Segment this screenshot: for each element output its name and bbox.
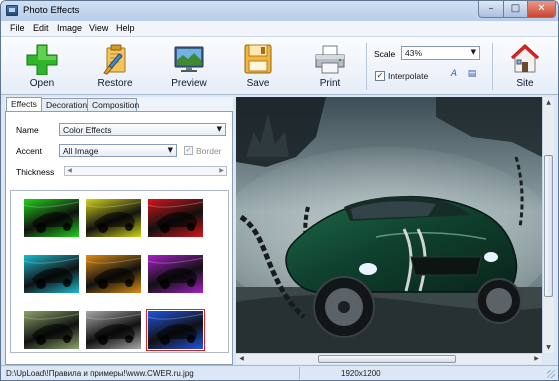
save-label: Save xyxy=(246,78,270,89)
interpolate-label: Interpolate xyxy=(388,71,429,81)
thumbnail-car-shape xyxy=(148,257,203,289)
printer-icon xyxy=(315,45,345,74)
menu-bar: File Edit Image View Help xyxy=(1,21,558,37)
restore-button[interactable]: Restore xyxy=(85,37,145,95)
border-label: Border xyxy=(196,146,222,156)
restore-label: Restore xyxy=(97,78,133,89)
effect-thumbnail[interactable] xyxy=(86,255,141,293)
toolbar-separator xyxy=(366,43,367,90)
status-divider xyxy=(299,367,300,379)
effect-thumbnail[interactable] xyxy=(148,199,203,237)
name-label: Name xyxy=(16,125,39,135)
thumbnail-car-shape xyxy=(86,313,141,345)
open-label: Open xyxy=(29,78,55,89)
accent-dropdown[interactable]: All Image ▼ xyxy=(59,144,177,157)
accent-label: Accent xyxy=(16,146,42,156)
document-icon[interactable]: ▤ xyxy=(466,69,478,82)
chevron-right-icon[interactable]: ▶ xyxy=(217,167,226,175)
thumbnail-car-shape xyxy=(24,201,79,233)
border-checkbox[interactable]: ✓ xyxy=(184,146,193,155)
scroll-right-icon[interactable]: ▶ xyxy=(531,353,542,364)
status-bar: D:\UpLoad\!Правила и примеры!\www.CWER.r… xyxy=(1,365,558,380)
horizontal-scrollbar[interactable]: ◀ ▶ xyxy=(236,353,542,364)
menu-file[interactable]: File xyxy=(10,23,25,33)
name-dropdown[interactable]: Color Effects ▼ xyxy=(59,123,226,136)
plus-icon xyxy=(26,44,58,75)
tab-effects[interactable]: Effects xyxy=(6,97,42,112)
preview-icon xyxy=(174,46,204,72)
effect-thumbnail[interactable] xyxy=(24,255,79,293)
thumbnail-car-shape xyxy=(148,201,203,233)
car-photo xyxy=(236,97,542,353)
menu-help[interactable]: Help xyxy=(116,23,135,33)
menu-edit[interactable]: Edit xyxy=(33,23,49,33)
close-button[interactable]: ✕ xyxy=(527,1,556,18)
effects-tab-panel: Name Color Effects ▼ Accent All Image ▼ … xyxy=(5,111,233,365)
chevron-down-icon: ▼ xyxy=(470,48,476,56)
resize-grip-icon[interactable] xyxy=(547,370,555,378)
toolbar-separator xyxy=(492,43,493,90)
title-bar[interactable]: Photo Effects – □ ✕ xyxy=(1,1,558,21)
floppy-icon xyxy=(244,44,272,74)
preview-label: Preview xyxy=(171,78,207,89)
preview-button[interactable]: Preview xyxy=(161,37,217,95)
thickness-label: Thickness xyxy=(16,167,55,177)
app-window: Photo Effects – □ ✕ File Edit Image View… xyxy=(0,0,559,381)
menu-view[interactable]: View xyxy=(89,23,108,33)
scroll-up-icon[interactable]: ▲ xyxy=(543,97,554,108)
site-button[interactable]: Site xyxy=(503,37,547,95)
accent-value: All Image xyxy=(63,146,99,156)
thumbnail-car-shape xyxy=(86,257,141,289)
print-label: Print xyxy=(319,78,341,89)
scroll-down-icon[interactable]: ▼ xyxy=(543,342,554,353)
name-value: Color Effects xyxy=(63,125,112,135)
font-icon[interactable]: A xyxy=(448,69,460,82)
chevron-left-icon[interactable]: ◀ xyxy=(65,167,74,175)
save-button[interactable]: Save xyxy=(236,37,280,95)
effect-thumbnail[interactable] xyxy=(86,199,141,237)
thumbnail-car-shape xyxy=(24,313,79,345)
thumbnail-car-shape xyxy=(86,201,141,233)
vertical-scrollbar[interactable]: ▲ ▼ xyxy=(542,97,554,353)
thumbnail-car-shape xyxy=(148,313,203,345)
window-title: Photo Effects xyxy=(23,5,80,16)
tab-strip: Effects Decoration Composition xyxy=(5,97,233,112)
effects-panel: Effects Decoration Composition Name Colo… xyxy=(5,97,233,365)
interpolate-checkbox[interactable]: ✓ xyxy=(375,71,385,81)
open-button[interactable]: Open xyxy=(16,37,68,95)
menu-image[interactable]: Image xyxy=(57,23,82,33)
vertical-scroll-thumb[interactable] xyxy=(544,155,553,297)
file-path: D:\UpLoad\!Правила и примеры!\www.CWER.r… xyxy=(6,369,194,378)
effect-thumbnail[interactable] xyxy=(86,311,141,349)
thumbnail-car-shape xyxy=(24,257,79,289)
home-icon xyxy=(510,43,540,73)
maximize-button[interactable]: □ xyxy=(503,1,528,18)
image-resolution: 1920x1200 xyxy=(341,369,381,378)
scale-label: Scale xyxy=(374,49,396,59)
scale-select[interactable]: 43% ▼ xyxy=(401,46,480,60)
print-button[interactable]: Print xyxy=(308,37,352,95)
toolbar: Open Restore Preview Save Print Scale 43… xyxy=(1,37,558,95)
image-preview[interactable] xyxy=(236,97,542,353)
tab-composition[interactable]: Composition xyxy=(87,98,139,112)
thickness-slider[interactable]: ◀ ▶ xyxy=(64,166,227,176)
app-icon xyxy=(6,5,18,16)
effect-thumbnails xyxy=(10,190,229,353)
effect-thumbnail[interactable] xyxy=(24,311,79,349)
chevron-down-icon: ▼ xyxy=(216,125,222,133)
site-label: Site xyxy=(516,78,534,89)
restore-icon xyxy=(103,44,126,75)
effect-thumbnail[interactable] xyxy=(24,199,79,237)
minimize-button[interactable]: – xyxy=(478,1,504,18)
effect-thumbnail[interactable] xyxy=(148,255,203,293)
tab-decoration[interactable]: Decoration xyxy=(41,98,88,112)
horizontal-scroll-thumb[interactable] xyxy=(318,355,456,363)
effect-thumbnail[interactable] xyxy=(146,309,205,351)
scroll-left-icon[interactable]: ◀ xyxy=(236,353,247,364)
scale-value: 43% xyxy=(405,48,423,58)
chevron-down-icon: ▼ xyxy=(167,146,173,154)
